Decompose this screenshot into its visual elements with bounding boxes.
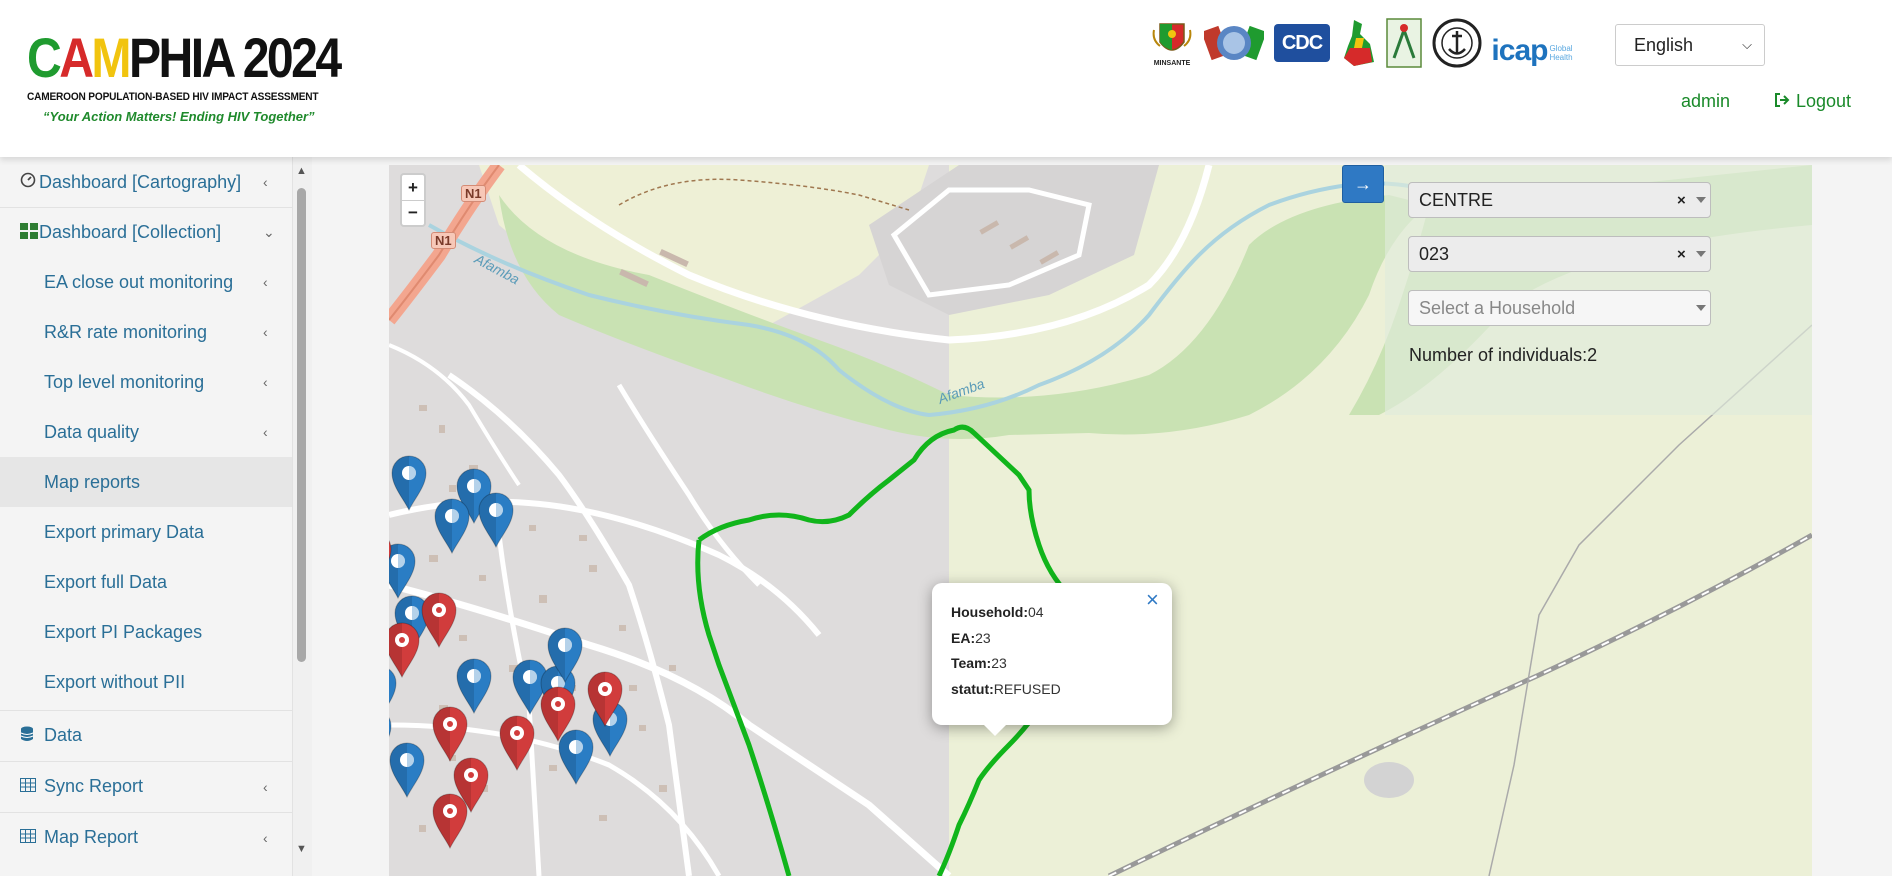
scroll-up-arrow-icon[interactable]: ▲ [296,165,307,177]
popup-status: statut:REFUSED [951,681,1061,697]
household-marker-refused[interactable] [389,619,422,679]
chevron-left-icon: ‹ [263,324,268,340]
minsante-coat-of-arms-icon: MINSANTE [1150,18,1194,68]
sidebar-item-export-full[interactable]: Export full Data [0,557,292,607]
popup-ea: EA:23 [951,630,991,646]
cnls-icon [1386,18,1422,68]
sidebar-item-top-level[interactable]: Top level monitoring ‹ [0,357,292,407]
database-icon [20,726,34,746]
road-label-n1: N1 [461,185,486,202]
zoom-in-button[interactable]: + [402,175,424,200]
chevron-left-icon: ‹ [263,778,268,795]
sidebar-item-export-without-pii[interactable]: Export without PII [0,657,292,707]
sidebar-item-map-report[interactable]: Map Report ‹ [0,812,292,862]
collapse-panel-button[interactable]: → [1342,165,1384,203]
household-marker-refused[interactable] [419,589,459,649]
ea-select[interactable]: 023 × [1408,236,1711,272]
household-marker[interactable] [389,452,429,512]
logout-label: Logout [1796,91,1852,111]
close-icon[interactable]: × [1146,587,1159,613]
zoom-out-button[interactable]: − [402,200,424,225]
arrow-right-icon: → [1354,173,1372,194]
sidebar-item-rr-rate[interactable]: R&R rate monitoring ‹ [0,307,292,357]
camphia-logo: CAMPHIA 2024 CAMEROON POPULATION-BASED H… [27,26,342,136]
grid-icon [20,222,38,243]
table-icon [20,828,36,847]
language-selected-value: English [1634,34,1694,55]
chevron-left-icon: ‹ [263,274,268,290]
road-label-n1-lower: N1 [431,232,456,249]
popup-team: Team:23 [951,655,1007,671]
household-marker-refused[interactable] [497,712,537,772]
individuals-count: Number of individuals:2 [1409,345,1598,365]
household-marker-refused[interactable] [389,528,394,588]
chevron-down-icon: ⌄ [263,224,275,240]
household-marker-refused[interactable] [585,668,625,728]
chevron-left-icon: ‹ [263,424,268,440]
logout-link[interactable]: Logout [1774,91,1851,112]
popup-household: Household:04 [951,604,1044,620]
sidebar-item-sync-report[interactable]: Sync Report ‹ [0,761,292,811]
chevron-left-icon: ‹ [263,174,268,190]
pepfar-icon [1204,18,1264,68]
sign-out-icon [1774,91,1790,112]
sidebar-item-export-pi[interactable]: Export PI Packages [0,607,292,657]
brand-title: CAMPHIA 2024 [27,26,342,89]
zoom-control: + − [400,173,426,227]
caret-down-icon [1696,197,1706,203]
household-marker[interactable] [389,739,427,799]
sidebar-scrollbar-thumb[interactable] [297,188,306,662]
clear-ea-icon[interactable]: × [1677,246,1686,263]
household-marker[interactable] [432,495,472,555]
sidebar-item-ea-close-out[interactable]: EA close out monitoring ‹ [0,257,292,307]
icap-logo: icap Global Health [1491,34,1573,67]
household-marker-refused[interactable] [430,790,470,850]
caret-down-icon [1696,305,1706,311]
sidebar-item-dashboard-collection[interactable]: Dashboard [Collection] ⌄ [0,207,292,257]
dashboard-gauge-icon [20,172,36,192]
cameroon-map-flag-icon [1340,18,1376,68]
popup-tip [981,722,1009,736]
ministry-seal-icon [1432,18,1482,68]
app-header: CAMPHIA 2024 CAMEROON POPULATION-BASED H… [0,0,1892,157]
language-select[interactable]: English ⌵ [1615,24,1765,66]
sidebar-item-data[interactable]: Data [0,710,292,760]
household-popup: × Household:04 EA:23 Team:23 statut:REFU… [932,583,1172,725]
cdc-logo: CDC [1274,18,1330,68]
caret-down-icon [1696,251,1706,257]
region-select[interactable]: CENTRE × [1408,182,1711,218]
scroll-down-arrow-icon[interactable]: ▼ [296,843,307,855]
user-menu-link[interactable]: admin [1681,91,1730,112]
household-marker[interactable] [545,624,585,684]
sidebar-item-map-reports[interactable]: Map reports [0,457,292,507]
sidebar-item-dashboard-cartography[interactable]: Dashboard [Cartography] ‹ [0,157,292,207]
table-icon [20,777,36,796]
chevron-left-icon: ‹ [263,829,268,846]
partner-logos: MINSANTE CDC icap Global Health [1150,16,1573,70]
household-select[interactable]: Select a Household [1408,290,1711,326]
map-canvas[interactable]: N1 N1 Afamba Afamba + − → CENTRE × 023 ×… [389,165,1812,876]
sidebar-item-data-quality[interactable]: Data quality ‹ [0,407,292,457]
chevron-down-icon: ⌵ [1742,37,1752,52]
sidebar-item-export-primary[interactable]: Export primary Data [0,507,292,557]
clear-region-icon[interactable]: × [1677,192,1686,209]
brand-subtitle: CAMEROON POPULATION-BASED HIV IMPACT ASS… [27,91,319,103]
household-marker[interactable] [476,489,516,549]
brand-slogan: “Your Action Matters! Ending HIV Togethe… [43,109,315,124]
sidebar-nav: Dashboard [Cartography] ‹ Dashboard [Col… [0,157,292,876]
chevron-left-icon: ‹ [263,374,268,390]
household-marker-refused[interactable] [538,683,578,743]
